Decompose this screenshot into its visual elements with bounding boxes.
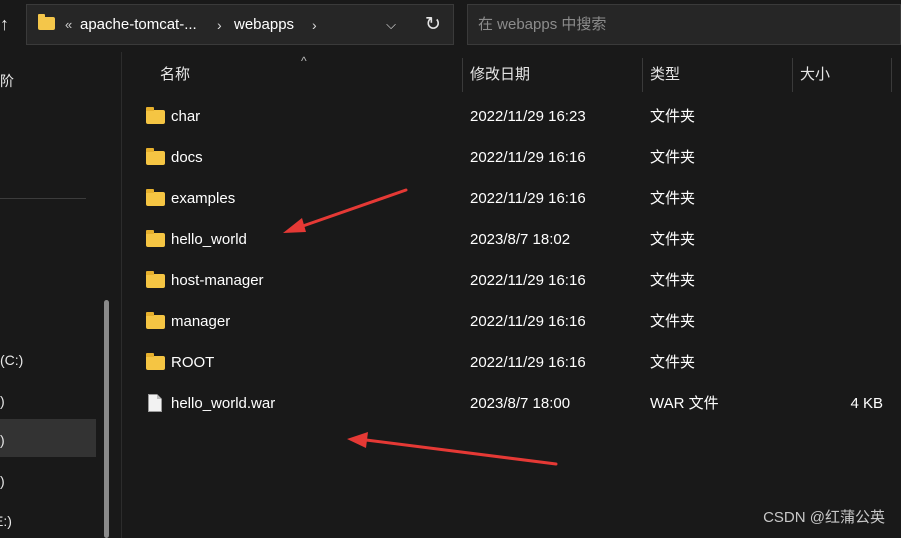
annotation-arrow-icon [283,188,408,233]
watermark: CSDN @红蒲公英 [763,509,885,526]
annotation-arrow-icon [347,432,558,466]
annotation-arrows [283,188,558,466]
